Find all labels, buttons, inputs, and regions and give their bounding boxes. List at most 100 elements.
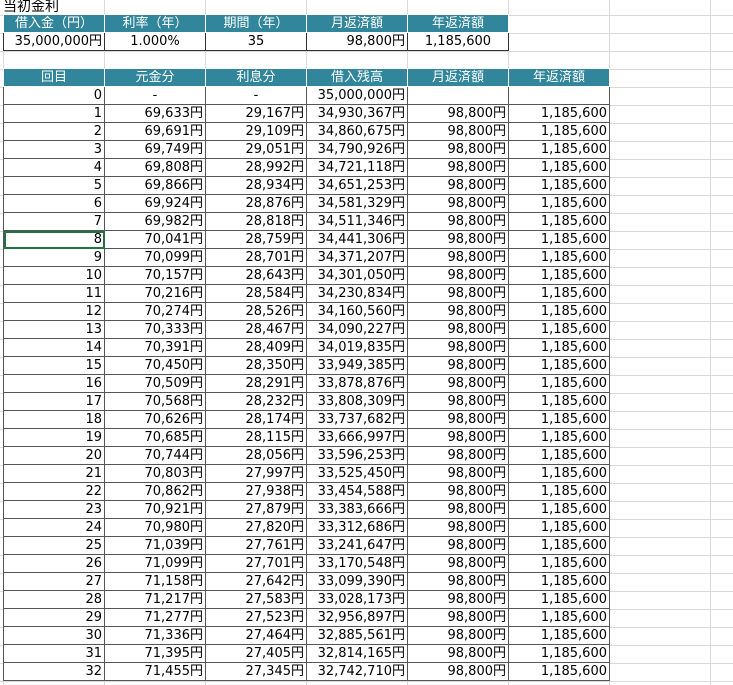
annual-payment-cell[interactable]: 1,185,600 [508, 392, 610, 411]
header-installment-no[interactable]: 回目 [3, 68, 105, 87]
monthly-payment-cell[interactable]: 98,800円 [407, 302, 509, 321]
principal-cell[interactable]: 71,039円 [104, 536, 206, 555]
interest-cell[interactable]: 27,879円 [205, 500, 307, 519]
monthly-payment-cell[interactable] [407, 86, 509, 105]
annual-payment-cell[interactable]: 1,185,600 [508, 158, 610, 177]
balance-cell[interactable]: 33,666,997円 [306, 428, 408, 447]
installment-no-cell[interactable]: 0 [3, 86, 105, 105]
principal-cell[interactable]: 70,803円 [104, 464, 206, 483]
principal-cell[interactable]: 71,217円 [104, 590, 206, 609]
installment-no-cell[interactable]: 5 [3, 176, 105, 195]
monthly-payment-cell[interactable]: 98,800円 [407, 356, 509, 375]
installment-no-cell[interactable]: 21 [3, 464, 105, 483]
monthly-payment-cell[interactable]: 98,800円 [407, 194, 509, 213]
annual-payment-cell[interactable]: 1,185,600 [508, 140, 610, 159]
interest-cell[interactable]: 28,232円 [205, 392, 307, 411]
installment-no-cell[interactable]: 12 [3, 302, 105, 321]
monthly-payment-cell[interactable]: 98,800円 [407, 140, 509, 159]
monthly-payment-cell[interactable]: 98,800円 [407, 428, 509, 447]
header-interest[interactable]: 利息分 [205, 68, 307, 87]
annual-payment-cell[interactable]: 1,185,600 [508, 248, 610, 267]
interest-cell[interactable]: 28,115円 [205, 428, 307, 447]
installment-no-cell[interactable]: 32 [3, 662, 105, 681]
annual-payment-cell[interactable]: 1,185,600 [508, 266, 610, 285]
monthly-payment-cell[interactable]: 98,800円 [407, 572, 509, 591]
installment-no-cell[interactable]: 15 [3, 356, 105, 375]
interest-cell[interactable]: 29,167円 [205, 104, 307, 123]
installment-no-cell[interactable]: 18 [3, 410, 105, 429]
monthly-payment-cell[interactable]: 98,800円 [407, 446, 509, 465]
installment-no-cell[interactable]: 23 [3, 500, 105, 519]
monthly-payment-cell[interactable]: 98,800円 [407, 644, 509, 663]
annual-payment-cell[interactable]: 1,185,600 [508, 446, 610, 465]
balance-cell[interactable]: 34,581,329円 [306, 194, 408, 213]
interest-cell[interactable]: 28,526円 [205, 302, 307, 321]
interest-cell[interactable]: 28,643円 [205, 266, 307, 285]
monthly-payment-cell[interactable]: 98,800円 [407, 266, 509, 285]
interest-cell[interactable]: 27,820円 [205, 518, 307, 537]
interest-cell[interactable]: 27,405円 [205, 644, 307, 663]
installment-no-cell[interactable]: 28 [3, 590, 105, 609]
installment-no-cell[interactable]: 7 [3, 212, 105, 231]
monthly-payment-cell[interactable]: 98,800円 [407, 410, 509, 429]
annual-payment-cell[interactable]: 1,185,600 [508, 230, 610, 249]
principal-cell[interactable]: 70,450円 [104, 356, 206, 375]
monthly-payment-cell[interactable]: 98,800円 [407, 104, 509, 123]
balance-cell[interactable]: 33,312,686円 [306, 518, 408, 537]
interest-rate-cell[interactable]: 1.000% [104, 32, 206, 51]
principal-cell[interactable]: 71,099円 [104, 554, 206, 573]
interest-cell[interactable]: 28,934円 [205, 176, 307, 195]
header-loan-amount[interactable]: 借入金（円） [3, 14, 105, 33]
principal-cell[interactable]: 70,041円 [104, 230, 206, 249]
interest-cell[interactable]: 27,761円 [205, 536, 307, 555]
principal-cell[interactable]: 70,685円 [104, 428, 206, 447]
principal-cell[interactable]: 70,744円 [104, 446, 206, 465]
balance-cell[interactable]: 34,930,367円 [306, 104, 408, 123]
installment-no-cell[interactable]: 16 [3, 374, 105, 393]
balance-cell[interactable]: 35,000,000円 [306, 86, 408, 105]
header-monthly-payment[interactable]: 月返済額 [407, 68, 509, 87]
balance-cell[interactable]: 34,301,050円 [306, 266, 408, 285]
monthly-payment-cell[interactable]: 98,800円 [407, 158, 509, 177]
annual-payment-cell[interactable]: 1,185,600 [508, 536, 610, 555]
balance-cell[interactable]: 34,441,306円 [306, 230, 408, 249]
annual-payment-cell[interactable]: 1,185,600 [508, 212, 610, 231]
installment-no-cell[interactable]: 13 [3, 320, 105, 339]
interest-cell[interactable]: 27,642円 [205, 572, 307, 591]
principal-cell[interactable]: 70,921円 [104, 500, 206, 519]
balance-cell[interactable]: 34,790,926円 [306, 140, 408, 159]
interest-cell[interactable]: 27,938円 [205, 482, 307, 501]
installment-no-cell[interactable]: 9 [3, 248, 105, 267]
annual-payment-cell[interactable]: 1,185,600 [508, 644, 610, 663]
annual-payment-cell[interactable]: 1,185,600 [508, 410, 610, 429]
balance-cell[interactable]: 33,808,309円 [306, 392, 408, 411]
interest-cell[interactable]: 27,701円 [205, 554, 307, 573]
principal-cell[interactable]: 70,157円 [104, 266, 206, 285]
monthly-payment-cell[interactable]: 98,800円 [407, 284, 509, 303]
installment-no-cell[interactable]: 25 [3, 536, 105, 555]
principal-cell[interactable]: 69,691円 [104, 122, 206, 141]
annual-payment-cell[interactable]: 1,185,600 [508, 176, 610, 195]
annual-payment-cell[interactable] [508, 86, 610, 105]
annual-payment-cell[interactable]: 1,185,600 [508, 122, 610, 141]
installment-no-cell[interactable]: 26 [3, 554, 105, 573]
installment-no-cell[interactable]: 8 [3, 230, 105, 249]
balance-cell[interactable]: 33,383,666円 [306, 500, 408, 519]
principal-cell[interactable]: 70,099円 [104, 248, 206, 267]
principal-cell[interactable]: 70,862円 [104, 482, 206, 501]
principal-cell[interactable]: 69,924円 [104, 194, 206, 213]
interest-cell[interactable]: - [205, 86, 307, 105]
monthly-payment-cell[interactable]: 98,800円 [407, 176, 509, 195]
monthly-payment-cell[interactable]: 98,800円 [407, 338, 509, 357]
principal-cell[interactable]: 70,626円 [104, 410, 206, 429]
installment-no-cell[interactable]: 3 [3, 140, 105, 159]
balance-cell[interactable]: 34,371,207円 [306, 248, 408, 267]
header-term-years[interactable]: 期間（年） [205, 14, 307, 33]
interest-cell[interactable]: 27,464円 [205, 626, 307, 645]
annual-payment-cell[interactable]: 1,185,600 [508, 608, 610, 627]
balance-cell[interactable]: 33,099,390円 [306, 572, 408, 591]
installment-no-cell[interactable]: 17 [3, 392, 105, 411]
balance-cell[interactable]: 33,028,173円 [306, 590, 408, 609]
principal-cell[interactable]: 71,455円 [104, 662, 206, 681]
annual-payment-cell[interactable]: 1,185,600 [508, 284, 610, 303]
